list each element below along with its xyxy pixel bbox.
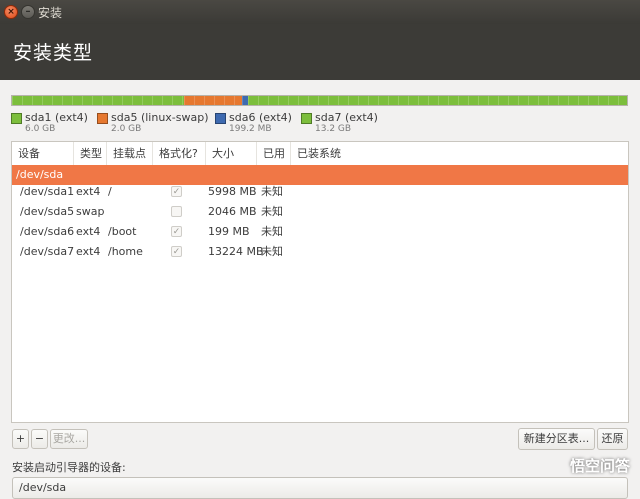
- window-title: 安装: [38, 6, 63, 20]
- legend-size: 6.0 GB: [25, 124, 56, 134]
- used-cell: 未知: [261, 225, 283, 238]
- type-cell: swap: [76, 205, 105, 218]
- new-partition-table-button[interactable]: 新建分区表...: [518, 428, 595, 450]
- minimize-icon[interactable]: –: [21, 5, 35, 19]
- device-cell: /dev/sda7: [20, 245, 75, 258]
- revert-button[interactable]: 还原: [597, 428, 628, 450]
- add-partition-button[interactable]: +: [12, 429, 29, 449]
- size-cell: 5998 MB: [208, 185, 257, 198]
- used-cell: 未知: [261, 185, 283, 198]
- legend-name: sda7 (ext4): [315, 111, 378, 124]
- page-header: 安装类型: [0, 24, 640, 80]
- size-cell: 199 MB: [208, 225, 250, 238]
- column-header-mount[interactable]: 挂载点: [106, 142, 152, 165]
- legend-swatch: [215, 113, 226, 124]
- legend-name: sda6 (ext4): [229, 111, 292, 124]
- size-cell: 13224 MB: [208, 245, 264, 258]
- column-header-type[interactable]: 类型: [73, 142, 106, 165]
- device-cell: /dev/sda6: [20, 225, 75, 238]
- used-cell: 未知: [261, 245, 283, 258]
- type-cell: ext4: [76, 225, 101, 238]
- legend-swatch: [301, 113, 312, 124]
- mount-cell: /boot: [108, 225, 137, 238]
- partition-bar: [11, 95, 628, 106]
- column-header-device[interactable]: 设备: [12, 142, 73, 165]
- change-partition-button[interactable]: 更改...: [50, 429, 88, 449]
- table-header: 设备 类型 挂载点 格式化? 大小 已用 已装系统: [12, 142, 628, 166]
- legend-size: 199.2 MB: [229, 124, 272, 134]
- legend-size: 13.2 GB: [315, 124, 352, 134]
- table-row[interactable]: /dev/sda6 ext4 /boot ✓ 199 MB 未知: [12, 222, 628, 242]
- legend-swatch: [97, 113, 108, 124]
- legend-size: 2.0 GB: [111, 124, 142, 134]
- partition-segment-sda7: [247, 96, 627, 105]
- close-icon[interactable]: ×: [4, 5, 18, 19]
- partition-segment-sda5: [184, 96, 243, 105]
- column-header-system[interactable]: 已装系统: [290, 142, 628, 165]
- size-cell: 2046 MB: [208, 205, 257, 218]
- partition-table[interactable]: 设备 类型 挂载点 格式化? 大小 已用 已装系统 /dev/sda /dev/…: [11, 141, 629, 423]
- column-header-size[interactable]: 大小: [205, 142, 256, 165]
- remove-partition-button[interactable]: −: [31, 429, 48, 449]
- checkbox-icon[interactable]: ✓: [171, 246, 182, 257]
- device-cell: /dev/sda5: [20, 205, 75, 218]
- table-row[interactable]: /dev/sda5 swap 2046 MB 未知: [12, 202, 628, 222]
- bootloader-device-select[interactable]: /dev/sda: [12, 477, 628, 499]
- column-header-format[interactable]: 格式化?: [152, 142, 205, 165]
- legend-swatch: [11, 113, 22, 124]
- table-row[interactable]: /dev/sda7 ext4 /home ✓ 13224 MB 未知: [12, 242, 628, 262]
- page-title: 安装类型: [13, 42, 94, 64]
- type-cell: ext4: [76, 185, 101, 198]
- column-header-used[interactable]: 已用: [256, 142, 290, 165]
- checkbox-icon[interactable]: ✓: [171, 226, 182, 237]
- checkbox-icon[interactable]: [171, 206, 182, 217]
- used-cell: 未知: [261, 205, 283, 218]
- window-titlebar: × – 安装: [0, 0, 640, 24]
- checkbox-icon[interactable]: ✓: [171, 186, 182, 197]
- type-cell: ext4: [76, 245, 101, 258]
- mount-cell: /home: [108, 245, 143, 258]
- device-cell: /dev/sda1: [20, 185, 75, 198]
- legend-name: sda1 (ext4): [25, 111, 88, 124]
- watermark-logo: 悟空问答: [569, 457, 630, 475]
- table-row[interactable]: /dev/sda1 ext4 / ✓ 5998 MB 未知: [12, 182, 628, 202]
- partition-segment-sda1: [12, 96, 185, 105]
- mount-cell: /: [108, 185, 112, 198]
- legend-name: sda5 (linux-swap): [111, 111, 209, 124]
- bootloader-label: 安装启动引导器的设备:: [12, 461, 126, 474]
